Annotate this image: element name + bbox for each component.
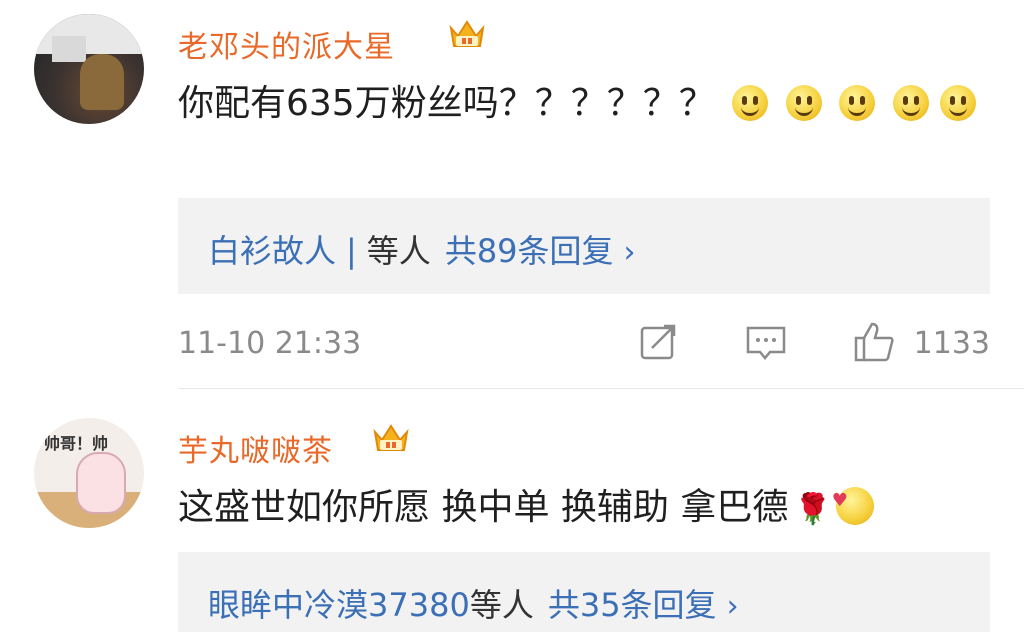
avatar-character — [76, 452, 126, 514]
avatar[interactable]: 帅哥！帅 — [34, 418, 144, 528]
comment-timestamp: 11-10 21:33 — [178, 326, 362, 361]
reply-count-link[interactable]: 共89条回复 — [445, 232, 614, 270]
reply-preview-text: 白衫故人 | 等人 共89条回复 › — [208, 226, 636, 272]
reply-count-link[interactable]: 共35条回复 — [548, 586, 717, 624]
like-count: 1133 — [913, 326, 990, 361]
avatar-building — [52, 36, 86, 62]
blush-kiss-emoji-icon: ♥ — [832, 487, 874, 525]
comment-text-body: 你配有635万粉丝吗？？？？？？ — [178, 83, 715, 124]
thumbs-up-icon[interactable] — [852, 320, 896, 364]
reply-preview-separator: | — [346, 232, 357, 270]
reply-preview-text: 眼眸中冷漠37380等人 共35条回复 › — [208, 580, 739, 626]
comment-text: 这盛世如你所愿 换中单 换辅助 拿巴德 🌹 ♥ — [178, 482, 988, 536]
avatar-caption: 帅哥！帅 — [44, 434, 109, 453]
smile-emoji-icon — [892, 85, 929, 121]
reply-preview-suffix: 等人 — [366, 232, 431, 270]
reply-preview-suffix: 等人 — [469, 586, 534, 624]
comment-divider — [178, 388, 1024, 389]
reply-preview-names[interactable]: 眼眸中冷漠37380 — [208, 586, 470, 624]
smile-emoji-icon — [785, 85, 822, 121]
reply-preview-box[interactable]: 白衫故人 | 等人 共89条回复 › — [178, 198, 990, 294]
comment-text: 你配有635万粉丝吗？？？？？？ — [178, 78, 988, 130]
avatar-sky — [34, 14, 144, 54]
rose-emoji-icon: 🌹 — [794, 492, 832, 527]
avatar-figure — [80, 54, 124, 110]
crown-icon — [373, 424, 409, 451]
avatar[interactable] — [34, 14, 144, 124]
comment-username[interactable]: 芋丸啵啵茶 — [178, 426, 333, 470]
comment-text-body: 这盛世如你所愿 换中单 换辅助 拿巴德 — [178, 487, 789, 528]
reply-preview-names[interactable]: 白衫故人 — [208, 232, 336, 270]
chevron-right-icon: › — [726, 589, 739, 624]
reply-preview-box[interactable]: 眼眸中冷漠37380等人 共35条回复 › — [178, 552, 990, 632]
crown-icon — [449, 20, 485, 47]
chevron-right-icon: › — [623, 235, 636, 270]
comment-username[interactable]: 老邓头的派大星 — [178, 22, 395, 66]
comment-icon[interactable] — [744, 320, 788, 364]
smile-emoji-icon — [939, 85, 976, 121]
share-icon[interactable] — [638, 320, 682, 364]
comment-meta-bar: 11-10 21:33 1133 — [178, 320, 990, 368]
smile-emoji-icon — [732, 85, 769, 121]
smile-emoji-icon — [839, 85, 876, 121]
